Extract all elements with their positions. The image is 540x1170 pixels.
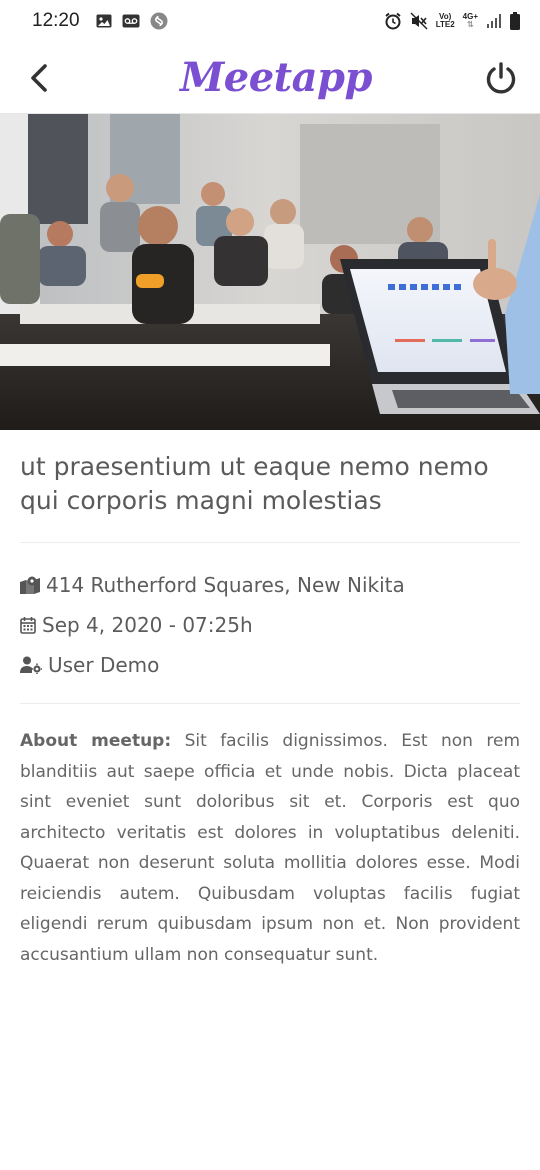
divider xyxy=(20,703,520,704)
event-details: ut praesentium ut eaque nemo nemo qui co… xyxy=(20,430,520,970)
image-icon xyxy=(96,14,112,28)
signal-icon xyxy=(486,13,502,29)
network-bottom-text: LTE2 xyxy=(435,20,455,29)
alarm-icon xyxy=(384,12,402,30)
status-left: 12:20 xyxy=(32,10,168,32)
status-time: 12:20 xyxy=(32,10,80,31)
voicemail-icon xyxy=(122,14,140,28)
event-title: ut praesentium ut eaque nemo nemo qui co… xyxy=(20,452,489,515)
calendar-icon xyxy=(20,617,36,634)
status-bar: 12:20 Vo) LTE2 4G+ ⇅ xyxy=(0,0,540,42)
status-right: Vo) LTE2 4G+ ⇅ xyxy=(384,12,520,30)
network-gen: 4G+ ⇅ xyxy=(463,13,478,29)
event-meta: 414 Rutherford Squares, New Nikita Sep 4… xyxy=(20,543,520,685)
map-marker-icon xyxy=(20,576,40,594)
about-label: About meetup: xyxy=(20,731,172,751)
datetime-text: Sep 4, 2020 - 07:25h xyxy=(42,613,253,637)
date-row: Sep 4, 2020 - 07:25h xyxy=(20,605,520,645)
back-button[interactable] xyxy=(28,62,50,94)
user-cog-icon xyxy=(20,656,42,674)
network-label: Vo) LTE2 xyxy=(436,13,455,29)
address-text: 414 Rutherford Squares, New Nikita xyxy=(46,573,405,597)
network-arrows-icon: ⇅ xyxy=(466,20,474,29)
about-meetup: About meetup: Sit facilis dignissimos. E… xyxy=(20,726,520,970)
address-row: 414 Rutherford Squares, New Nikita xyxy=(20,565,520,605)
mute-icon xyxy=(410,12,428,30)
organizer-row: User Demo xyxy=(20,645,520,685)
brand-logo: Meetapp xyxy=(179,54,373,101)
app-header: Meetapp xyxy=(0,42,540,114)
shazam-icon xyxy=(150,12,168,30)
logout-button[interactable] xyxy=(484,61,518,95)
organizer-text: User Demo xyxy=(48,653,160,677)
about-text: Sit facilis dignissimos. Est non rem bla… xyxy=(20,731,521,965)
battery-icon xyxy=(510,12,520,30)
event-banner-image xyxy=(0,114,540,430)
back-arrow-icon xyxy=(31,63,47,92)
power-icon xyxy=(486,61,516,94)
